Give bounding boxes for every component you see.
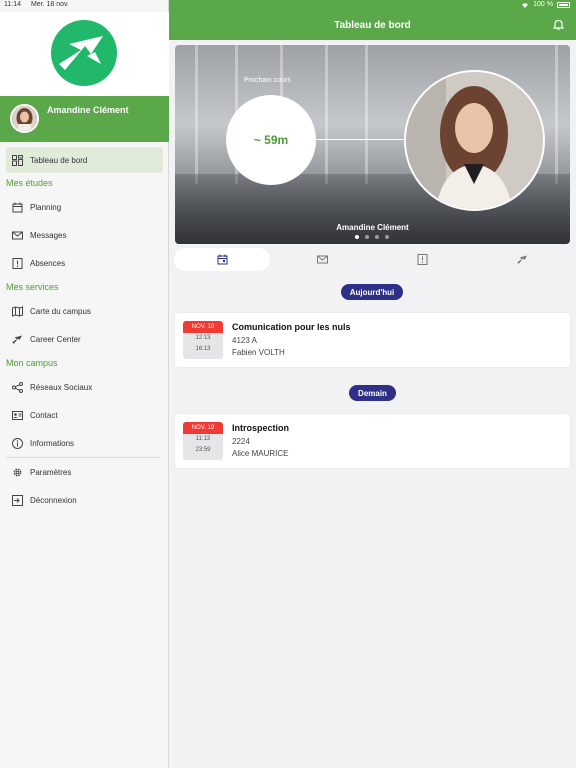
date-day: NOV. 19 xyxy=(183,422,223,434)
dashboard-tabs xyxy=(174,248,572,271)
mail-icon xyxy=(12,230,23,241)
alert-icon xyxy=(12,257,23,269)
sidebar-item-label: Réseaux Sociaux xyxy=(30,382,93,392)
sidebar-item-label: Paramètres xyxy=(30,467,72,477)
countdown-circle: ~ 59m xyxy=(226,95,316,185)
sidebar: Amandine Clément Tableau de bord Mes étu… xyxy=(0,0,169,768)
sidebar-item-label: Contact xyxy=(30,410,58,420)
background-window xyxy=(365,45,368,184)
page-title: Tableau de bord xyxy=(334,20,411,31)
calendar-icon xyxy=(12,202,23,213)
sidebar-item-label: Carte du campus xyxy=(30,306,91,316)
app-logo xyxy=(51,20,117,86)
start-time: 11:13 xyxy=(195,436,211,442)
alert-icon xyxy=(417,254,427,265)
star-icon xyxy=(12,334,23,345)
share-icon xyxy=(12,381,23,393)
contact-card-icon xyxy=(12,410,23,421)
end-time: 23:59 xyxy=(195,447,211,453)
sidebar-item-absences[interactable]: Absences xyxy=(0,249,169,277)
sidebar-item-label: Déconnexion xyxy=(30,495,77,505)
tab-absences[interactable] xyxy=(374,248,470,271)
sidebar-item-label: Tableau de bord xyxy=(30,155,88,165)
tab-career[interactable] xyxy=(474,248,570,271)
course-card[interactable]: NOV. 19 11:13 23:59 Introspection 2224 A… xyxy=(175,414,570,468)
tab-planning[interactable] xyxy=(174,248,270,271)
carousel-dot[interactable] xyxy=(355,235,359,239)
background-window xyxy=(195,45,198,184)
sidebar-item-contact[interactable]: Contact xyxy=(0,401,169,429)
hero-person-name: Amandine Clément xyxy=(336,223,409,232)
sidebar-item-career-center[interactable]: Career Center xyxy=(0,325,169,353)
end-time: 16:13 xyxy=(195,346,211,352)
sidebar-item-planning[interactable]: Planning xyxy=(0,193,169,221)
start-time: 12:13 xyxy=(195,335,211,341)
avatar xyxy=(10,104,39,133)
dashboard-icon xyxy=(12,154,23,166)
carousel-dot[interactable] xyxy=(385,235,389,239)
sidebar-nav: Tableau de bord Mes études Planning Mess… xyxy=(0,147,169,514)
background-window xyxy=(555,45,558,184)
course-teacher: Fabien VOLTH xyxy=(232,348,285,357)
map-icon xyxy=(12,305,23,317)
sidebar-item-label: Absences xyxy=(30,258,66,268)
tab-messages[interactable] xyxy=(274,248,370,271)
sidebar-item-social[interactable]: Réseaux Sociaux xyxy=(0,373,169,401)
gear-icon xyxy=(12,467,23,478)
sidebar-item-informations[interactable]: Informations xyxy=(0,429,169,457)
section-title-mes-etudes: Mes études xyxy=(6,178,53,188)
status-bar: 11:14 Mer. 18 nov. 100 % xyxy=(0,0,576,12)
sidebar-item-label: Career Center xyxy=(30,334,81,344)
profile-photo xyxy=(404,70,545,211)
sidebar-item-settings[interactable]: Paramètres xyxy=(0,458,169,486)
sidebar-item-label: Planning xyxy=(30,202,62,212)
next-course-banner[interactable]: Prochain cours ~ 59m Amandine Clément xyxy=(175,45,570,244)
course-title: Comunication pour les nuls xyxy=(232,322,351,332)
carousel-dots[interactable] xyxy=(355,235,389,239)
section-title-mes-services: Mes services xyxy=(6,282,59,292)
sidebar-item-label: Informations xyxy=(30,438,75,448)
course-room: 4123 A xyxy=(232,336,257,345)
date-badge: NOV. 18 12:13 16:13 xyxy=(183,321,223,359)
course-title: Introspection xyxy=(232,423,290,433)
course-teacher: Alice MAURICE xyxy=(232,449,289,458)
main-content: Tableau de bord Prochain cours ~ 59m Ama… xyxy=(169,0,576,768)
bell-icon[interactable] xyxy=(553,19,564,30)
day-label-today: Aujourd'hui xyxy=(341,284,403,300)
star-icon xyxy=(517,255,527,264)
calendar-icon xyxy=(217,254,227,265)
sidebar-item-dashboard[interactable]: Tableau de bord xyxy=(6,147,163,173)
connector-line xyxy=(316,139,406,140)
battery-icon xyxy=(557,1,570,8)
date-day: NOV. 18 xyxy=(183,321,223,333)
section-title-mon-campus: Mon campus xyxy=(6,358,58,368)
day-label-tomorrow: Demain xyxy=(349,385,396,401)
sidebar-item-label: Messages xyxy=(30,230,67,240)
course-card[interactable]: NOV. 18 12:13 16:13 Comunication pour le… xyxy=(175,313,570,367)
sidebar-logo-area xyxy=(0,12,169,96)
user-name: Amandine Clément xyxy=(47,105,129,115)
user-profile[interactable]: Amandine Clément xyxy=(0,96,169,142)
countdown-value: ~ 59m xyxy=(253,133,289,147)
course-room: 2224 xyxy=(232,437,250,446)
sidebar-item-messages[interactable]: Messages xyxy=(0,221,169,249)
battery-percent: 100 % xyxy=(533,1,553,8)
date-badge: NOV. 19 11:13 23:59 xyxy=(183,422,223,460)
sidebar-item-logout[interactable]: Déconnexion xyxy=(0,486,169,514)
carousel-dot[interactable] xyxy=(365,235,369,239)
carousel-dot[interactable] xyxy=(375,235,379,239)
status-time: 11:14 xyxy=(4,1,21,8)
next-course-label: Prochain cours xyxy=(244,77,291,84)
mail-icon xyxy=(316,255,328,264)
status-date: Mer. 18 nov. xyxy=(30,1,69,8)
info-icon xyxy=(12,437,23,449)
background-window xyxy=(325,45,328,184)
sidebar-item-campus-map[interactable]: Carte du campus xyxy=(0,297,169,325)
logout-icon xyxy=(12,494,23,506)
wifi-icon xyxy=(522,2,529,8)
